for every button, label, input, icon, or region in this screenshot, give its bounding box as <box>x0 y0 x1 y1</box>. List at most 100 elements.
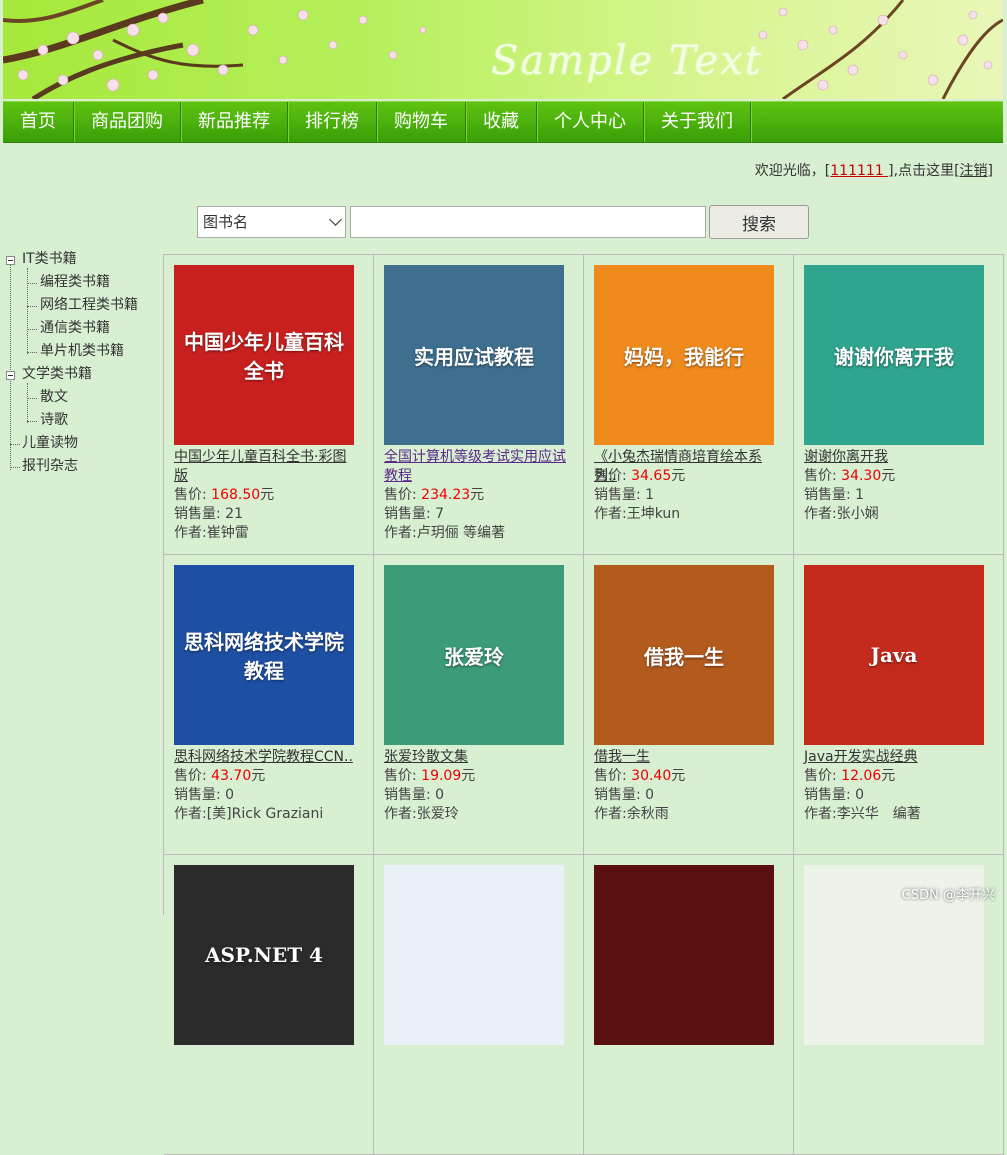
product-card: Java Java开发实战经典 售价: 12.06元 销售量: 0 作者:李兴华 编著 <box>794 555 1004 855</box>
price-label: 售价: <box>384 768 417 784</box>
author-line: 作者:[美]Rick Graziani <box>174 805 323 824</box>
product-title-link[interactable]: 谢谢你离开我 <box>804 448 989 467</box>
book-cover-image[interactable]: 张爱玲 <box>384 565 564 745</box>
sales-value: 0 <box>435 787 445 803</box>
author-label: 作者: <box>384 525 417 541</box>
book-cover-image[interactable]: 中国少年儿童百科全书 <box>174 265 354 445</box>
logout-link[interactable]: 注销 <box>960 163 988 179</box>
book-cover-image[interactable] <box>384 865 564 1045</box>
book-cover-image[interactable] <box>594 865 774 1045</box>
welcome-middle: ],点击这里[ <box>888 163 960 179</box>
tree-item-programming[interactable]: 编程类书籍 <box>40 271 110 294</box>
tree-item-it-books[interactable]: IT类书籍 <box>22 248 77 271</box>
product-title-link[interactable]: Java开发实战经典 <box>804 748 989 767</box>
book-cover-image[interactable]: ASP.NET 4 <box>174 865 354 1045</box>
nav-favorites[interactable]: 收藏 <box>466 102 537 142</box>
tree-item-literature[interactable]: 文学类书籍 <box>22 363 92 386</box>
product-card <box>374 855 584 1155</box>
book-cover-image[interactable]: Java <box>804 565 984 745</box>
book-cover-image[interactable]: 谢谢你离开我 <box>804 265 984 445</box>
author-label: 作者: <box>804 506 837 522</box>
sales-value: 7 <box>435 506 445 522</box>
main-nav: 首页 商品团购 新品推荐 排行榜 购物车 收藏 个人中心 关于我们 <box>3 101 1003 143</box>
currency-label: 元 <box>251 768 266 784</box>
author-value: 张小娴 <box>836 506 879 522</box>
price-line: 售价: 43.70元 <box>174 767 265 786</box>
book-cover-image[interactable]: 妈妈，我能行 <box>594 265 774 445</box>
price-value: 43.70 <box>211 768 252 784</box>
price-label: 售价: <box>174 768 207 784</box>
currency-label: 元 <box>881 768 896 784</box>
product-card: 借我一生 借我一生 售价: 30.40元 销售量: 0 作者:余秋雨 <box>584 555 794 855</box>
tree-item-communication[interactable]: 通信类书籍 <box>40 317 110 340</box>
book-cover-image[interactable]: 实用应试教程 <box>384 265 564 445</box>
nav-cart[interactable]: 购物车 <box>377 102 466 142</box>
product-grid: 中国少年儿童百科全书 中国少年儿童百科全书·彩图版 售价: 168.50元 销售量: … <box>163 254 1004 1155</box>
product-title-link[interactable]: 中国少年儿童百科全书·彩图版 <box>174 448 359 486</box>
collapse-icon[interactable] <box>6 371 15 380</box>
nav-user-center[interactable]: 个人中心 <box>537 102 644 142</box>
author-value: 王坤kun <box>626 506 681 522</box>
product-title-link[interactable]: 借我一生 <box>594 748 779 767</box>
tree-item-prose[interactable]: 散文 <box>40 386 68 409</box>
price-value: 34.65 <box>631 468 672 484</box>
currency-label: 元 <box>470 487 485 503</box>
price-line: 售价: 30.40元 <box>594 767 685 786</box>
product-title-link[interactable]: 思科网络技术学院教程CCN.. <box>174 748 359 767</box>
sales-line: 销售量: 1 <box>594 486 654 505</box>
nav-about[interactable]: 关于我们 <box>644 102 751 142</box>
sales-value: 1 <box>645 487 655 503</box>
nav-home[interactable]: 首页 <box>3 102 74 142</box>
welcome-suffix: ] <box>987 163 993 179</box>
price-line: 售价: 234.23元 <box>384 486 484 505</box>
author-label: 作者: <box>384 806 417 822</box>
cover-art-text: 谢谢你离开我 <box>834 344 954 369</box>
nav-rankings[interactable]: 排行榜 <box>288 102 377 142</box>
nav-group-buy[interactable]: 商品团购 <box>74 102 181 142</box>
author-line: 作者:崔钟雷 <box>174 524 249 543</box>
author-label: 作者: <box>594 806 627 822</box>
tree-item-network[interactable]: 网络工程类书籍 <box>40 294 138 317</box>
sales-label: 销售量: <box>804 487 851 503</box>
sales-label: 销售量: <box>384 506 431 522</box>
product-card: ASP.NET 4 <box>164 855 374 1155</box>
sales-value: 0 <box>225 787 235 803</box>
author-line: 作者:卢玥俪 等编著 <box>384 524 505 543</box>
sales-value: 1 <box>855 487 865 503</box>
price-line: 售价: 34.30元 <box>804 467 895 486</box>
sales-label: 销售量: <box>804 787 851 803</box>
author-line: 作者:张小娴 <box>804 505 879 524</box>
welcome-prefix: 欢迎光临，[ <box>754 163 831 179</box>
sales-line: 销售量: 0 <box>384 786 444 805</box>
product-title-link[interactable]: 全国计算机等级考试实用应试教程 <box>384 448 569 486</box>
search-input[interactable] <box>350 206 706 238</box>
book-cover-image[interactable]: 思科网络技术学院教程 <box>174 565 354 745</box>
search-type-select[interactable]: 图书名 <box>197 206 346 238</box>
price-label: 售价: <box>594 468 627 484</box>
tree-item-magazines[interactable]: 报刊杂志 <box>22 455 78 478</box>
sales-label: 销售量: <box>594 487 641 503</box>
nav-new-products[interactable]: 新品推荐 <box>181 102 288 142</box>
search-button[interactable]: 搜索 <box>709 205 809 239</box>
author-value: 李兴华 编著 <box>836 806 921 822</box>
cover-art-text: 借我一生 <box>644 644 724 669</box>
sales-line: 销售量: 1 <box>804 486 864 505</box>
sales-label: 销售量: <box>384 787 431 803</box>
author-line: 作者:张爱玲 <box>384 805 459 824</box>
book-cover-image[interactable]: 借我一生 <box>594 565 774 745</box>
product-card: 张爱玲 张爱玲散文集 售价: 19.09元 销售量: 0 作者:张爱玲 <box>374 555 584 855</box>
currency-label: 元 <box>671 768 686 784</box>
product-title-link[interactable]: 张爱玲散文集 <box>384 748 569 767</box>
tree-item-poetry[interactable]: 诗歌 <box>40 409 68 432</box>
sales-label: 销售量: <box>174 787 221 803</box>
cover-art-text: 张爱玲 <box>444 644 504 669</box>
sales-label: 销售量: <box>594 787 641 803</box>
username-link[interactable]: 111111 <box>830 163 888 179</box>
tree-item-children[interactable]: 儿童读物 <box>22 432 78 455</box>
author-line: 作者:余秋雨 <box>594 805 669 824</box>
watermark: CSDN @李开兴 <box>901 888 995 903</box>
collapse-icon[interactable] <box>6 256 15 265</box>
tree-item-mcu[interactable]: 单片机类书籍 <box>40 340 124 363</box>
welcome-bar: 欢迎光临，[111111 ],点击这里[注销] <box>755 160 993 180</box>
search-type-value: 图书名 <box>203 213 249 231</box>
